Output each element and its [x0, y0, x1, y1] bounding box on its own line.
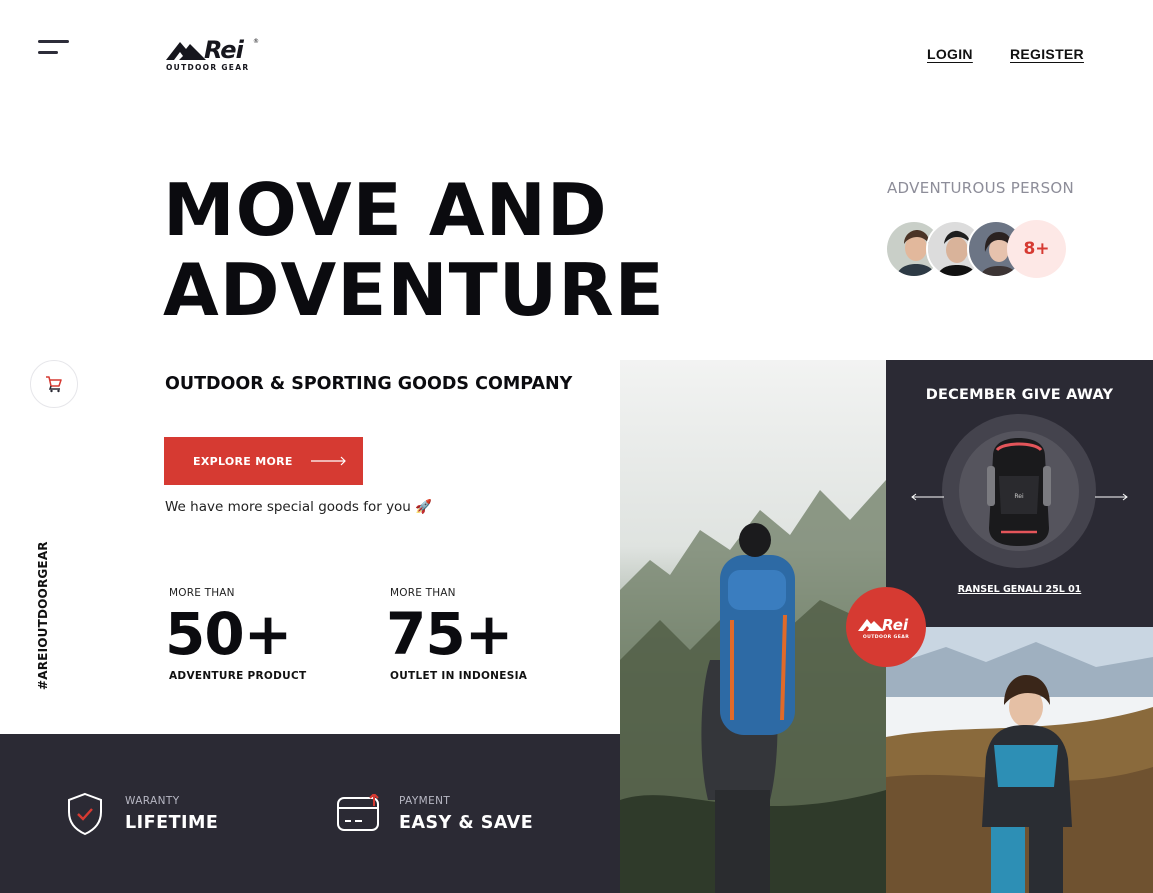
- giveaway-product-link[interactable]: RANSEL GENALI 25L 01: [886, 584, 1153, 595]
- brand-logo[interactable]: Rei ® OUTDOOR GEAR: [164, 36, 264, 74]
- previous-arrow-icon[interactable]: [911, 493, 945, 501]
- hero-title-line: MOVE AND: [163, 168, 608, 252]
- badge-logo-icon: Rei OUTDOOR GEAR: [858, 616, 909, 640]
- hamburger-menu-button[interactable]: [38, 40, 70, 58]
- feature-small-label: WARANTY: [125, 795, 180, 807]
- stat-label: ADVENTURE PRODUCT: [169, 670, 307, 682]
- cart-icon: [46, 376, 62, 393]
- stat-block: MORE THAN: [390, 587, 456, 599]
- brand-badge: Rei OUTDOOR GEAR: [846, 587, 926, 667]
- card-payment-icon: [337, 794, 379, 831]
- arrow-right-icon: [310, 456, 346, 466]
- brand-hashtag: #AREIOUTDOORGEAR: [36, 541, 50, 690]
- registered-mark: ®: [253, 38, 259, 45]
- stat-label: OUTLET IN INDONESIA: [390, 670, 528, 682]
- giveaway-title: DECEMBER GIVE AWAY: [925, 387, 1114, 403]
- backpack-image[interactable]: Rei: [979, 436, 1059, 550]
- stat-prefix: MORE THAN: [390, 587, 456, 599]
- feature-big-label: LIFETIME: [125, 813, 219, 833]
- next-arrow-icon[interactable]: [1094, 493, 1128, 501]
- features-band: WARANTY LIFETIME PAYMENT EASY & SAVE: [0, 734, 620, 893]
- logo-subtitle: OUTDOOR GEAR: [166, 63, 250, 72]
- svg-text:Rei: Rei: [1014, 493, 1024, 500]
- shield-check-icon: [68, 792, 102, 836]
- stat-prefix: MORE THAN: [169, 587, 235, 599]
- cart-button[interactable]: [30, 360, 78, 408]
- explore-more-button[interactable]: EXPLORE MORE: [164, 437, 363, 485]
- hero-title-line: ADVENTURE: [163, 248, 665, 332]
- giveaway-panel: DECEMBER GIVE AWAY Rei RANSEL GENALI 25L…: [886, 360, 1153, 627]
- badge-logo-subtitle: OUTDOOR GEAR: [863, 634, 909, 640]
- feature-small-label: PAYMENT: [399, 795, 451, 807]
- explore-more-label: EXPLORE MORE: [193, 454, 293, 468]
- special-goods-text: We have more special goods for you 🚀: [165, 499, 432, 515]
- login-link[interactable]: LOGIN: [927, 46, 973, 62]
- company-tagline: OUTDOOR & SPORTING GOODS COMPANY: [165, 374, 573, 394]
- badge-logo-text: Rei: [882, 616, 909, 634]
- stat-value: 50+: [165, 600, 292, 668]
- menu-line: [38, 40, 69, 43]
- adventurous-person-label: ADVENTUROUS PERSON: [887, 179, 1075, 197]
- logo-brand-text: Rei: [204, 36, 244, 64]
- stat-value: 75+: [386, 600, 513, 668]
- hero-title: MOVE AND ADVENTURE: [163, 170, 723, 330]
- woman-hiker-photo: [886, 627, 1153, 893]
- menu-line: [38, 51, 58, 54]
- stat-block: MORE THAN: [169, 587, 235, 599]
- feature-big-label: EASY & SAVE: [399, 813, 534, 833]
- register-link[interactable]: REGISTER: [1010, 46, 1084, 62]
- more-people-count[interactable]: 8+: [1007, 220, 1066, 278]
